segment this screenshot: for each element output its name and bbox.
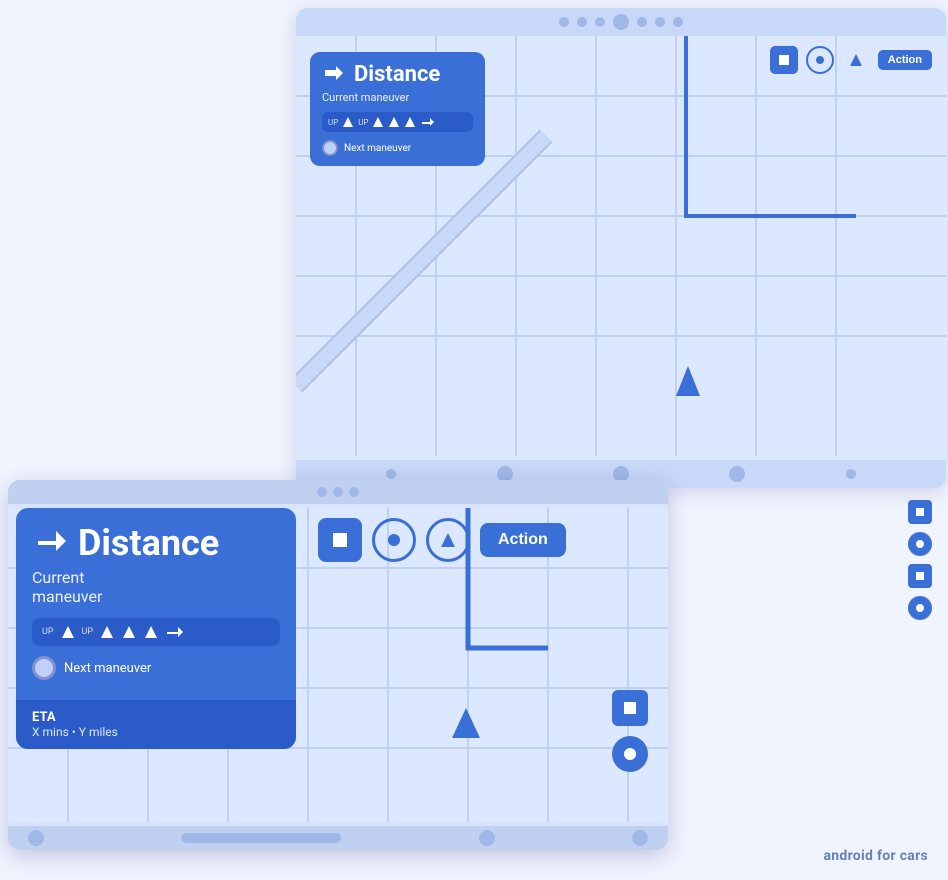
top-dot (637, 17, 647, 27)
up-label-1: UP (328, 118, 338, 127)
bottom-dot (386, 469, 396, 479)
up-arrow-icon-1 (342, 116, 354, 128)
bottom-dot-right1 (479, 830, 495, 846)
triangle-icon-btn[interactable] (842, 46, 870, 74)
turn-right-icon-lg (165, 624, 183, 640)
eta-title: ETA (32, 710, 280, 725)
bottom-dot (729, 466, 745, 482)
maneuver-dot (322, 140, 338, 156)
maneuver-icons-row: UP UP (322, 112, 473, 132)
up-arrow-icon-lg-2 (99, 624, 115, 640)
square-icon (623, 701, 637, 715)
eta-section: ETA X mins • Y miles (16, 700, 296, 749)
right-square-btn-1[interactable] (908, 500, 932, 524)
up-arrow-icon-lg-4 (143, 624, 159, 640)
up-arrow-icon-2 (372, 116, 384, 128)
small-screen-bottom-bar (8, 826, 668, 850)
circle-icon (915, 539, 925, 549)
square-icon (778, 54, 790, 66)
turn-arrow-icon (322, 63, 346, 87)
brand-text-1: android (823, 848, 873, 864)
top-dot-center (613, 14, 629, 30)
distance-label: Distance (354, 62, 440, 87)
large-screen-toolbar: Action (770, 46, 932, 74)
large-screen-right-buttons (908, 500, 932, 620)
up-arrow-icon-lg-3 (121, 624, 137, 640)
top-dot (333, 487, 343, 497)
next-maneuver-row-lg: Next maneuver (32, 656, 280, 690)
small-screen-top-bar (8, 480, 668, 504)
action-button-small-screen[interactable]: Action (480, 523, 566, 557)
up-arrow-icon-lg-1 (60, 624, 76, 640)
small-map-right-buttons (612, 690, 648, 772)
small-screen-toolbar: Action (318, 518, 566, 562)
up-arrow-icon-3 (388, 116, 400, 128)
square-icon (915, 571, 925, 581)
eta-subtitle: X mins • Y miles (32, 725, 280, 739)
bottom-dot-left (28, 830, 44, 846)
top-dot (595, 17, 605, 27)
bottom-dot-right2 (632, 830, 648, 846)
distance-label-lg: Distance (78, 522, 219, 564)
map-circle-btn-1[interactable] (612, 736, 648, 772)
up-arrow-icon-4 (404, 116, 416, 128)
circle-icon (915, 603, 925, 613)
large-screen-nav-card: Distance Current maneuver UP UP Next man… (310, 52, 485, 166)
large-screen-top-bar (296, 8, 946, 36)
circle-icon-btn[interactable] (806, 46, 834, 74)
up-label-2: UP (358, 118, 368, 127)
right-circle-btn-1[interactable] (908, 532, 932, 556)
maneuver-icons-row-lg: UP UP (32, 618, 280, 646)
top-dot (673, 17, 683, 27)
up-label-lg-2: UP (82, 627, 94, 637)
bottom-pill (181, 833, 341, 843)
circle-icon (623, 747, 637, 761)
map-sq-btn-1[interactable] (612, 690, 648, 726)
nav-title-row: Distance (322, 62, 473, 87)
nav-card-main: Distance Currentmaneuver UP UP Next mane… (16, 508, 296, 700)
top-dot (655, 17, 665, 27)
right-circle-btn-2[interactable] (908, 596, 932, 620)
right-square-btn-2[interactable] (908, 564, 932, 588)
triangle-icon (848, 52, 864, 68)
circle-icon (386, 532, 402, 548)
turn-arrow-icon-lg (32, 525, 68, 561)
square-icon (915, 507, 925, 517)
triangle-icon (438, 530, 458, 550)
square-icon-btn[interactable] (770, 46, 798, 74)
top-dot (577, 17, 587, 27)
top-dot (349, 487, 359, 497)
brand-text: android for cars (823, 848, 928, 864)
small-screen: Distance Currentmaneuver UP UP Next mane… (8, 480, 668, 850)
square-icon (331, 531, 349, 549)
large-screen: Distance Current maneuver UP UP Next man… (296, 8, 946, 488)
current-maneuver-label: Current maneuver (322, 91, 473, 104)
up-label-lg-1: UP (42, 627, 54, 637)
next-maneuver-label-lg: Next maneuver (64, 661, 151, 676)
bottom-dot (846, 469, 856, 479)
nav-title-row-lg: Distance (32, 522, 280, 564)
maneuver-dot-lg (32, 656, 56, 680)
triangle-btn-sm[interactable] (426, 518, 470, 562)
next-maneuver-label: Next maneuver (344, 143, 411, 154)
current-maneuver-label-lg: Currentmaneuver (32, 568, 280, 606)
top-dot (317, 487, 327, 497)
next-maneuver-row: Next maneuver (322, 140, 473, 156)
small-screen-nav-card: Distance Currentmaneuver UP UP Next mane… (16, 508, 296, 749)
circle-icon (815, 55, 825, 65)
square-btn-sm[interactable] (318, 518, 362, 562)
brand-text-2: for cars (877, 848, 928, 864)
top-dot (559, 17, 569, 27)
circle-btn-sm[interactable] (372, 518, 416, 562)
turn-right-icon (420, 116, 434, 128)
action-button-large[interactable]: Action (878, 50, 932, 70)
